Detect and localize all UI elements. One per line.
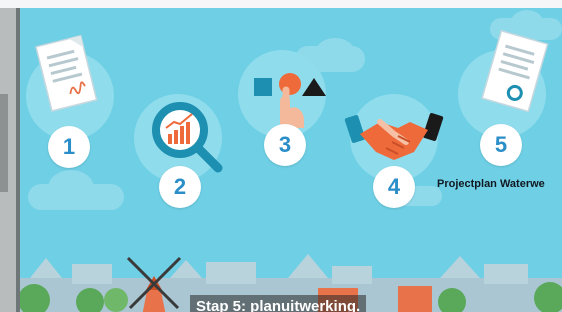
- video-subtitle: Stap 5: planuitwerking.: [190, 295, 367, 312]
- document-seal-icon: [481, 29, 549, 113]
- step-1-number: 1: [48, 126, 90, 168]
- left-panel-block: [0, 94, 8, 192]
- windmill-icon: [126, 256, 182, 312]
- cloud: [48, 170, 94, 206]
- video-player[interactable]: 1 2 3 4 5 Projectplan Waterwe Stap 5: pl…: [20, 8, 562, 312]
- step-4-number: 4: [373, 166, 415, 208]
- left-side-panel: [0, 8, 20, 312]
- step-2-number: 2: [159, 166, 201, 208]
- shapes-hand-icon: [254, 73, 326, 128]
- document-signature-icon: [35, 34, 98, 112]
- top-strip: [0, 0, 562, 8]
- project-plan-label: Projectplan Waterwe: [437, 178, 545, 190]
- screen: 1 2 3 4 5 Projectplan Waterwe Stap 5: pl…: [0, 0, 562, 312]
- step-3-number: 3: [264, 124, 306, 166]
- handshake-icon: [344, 112, 444, 160]
- step-5-number: 5: [480, 124, 522, 166]
